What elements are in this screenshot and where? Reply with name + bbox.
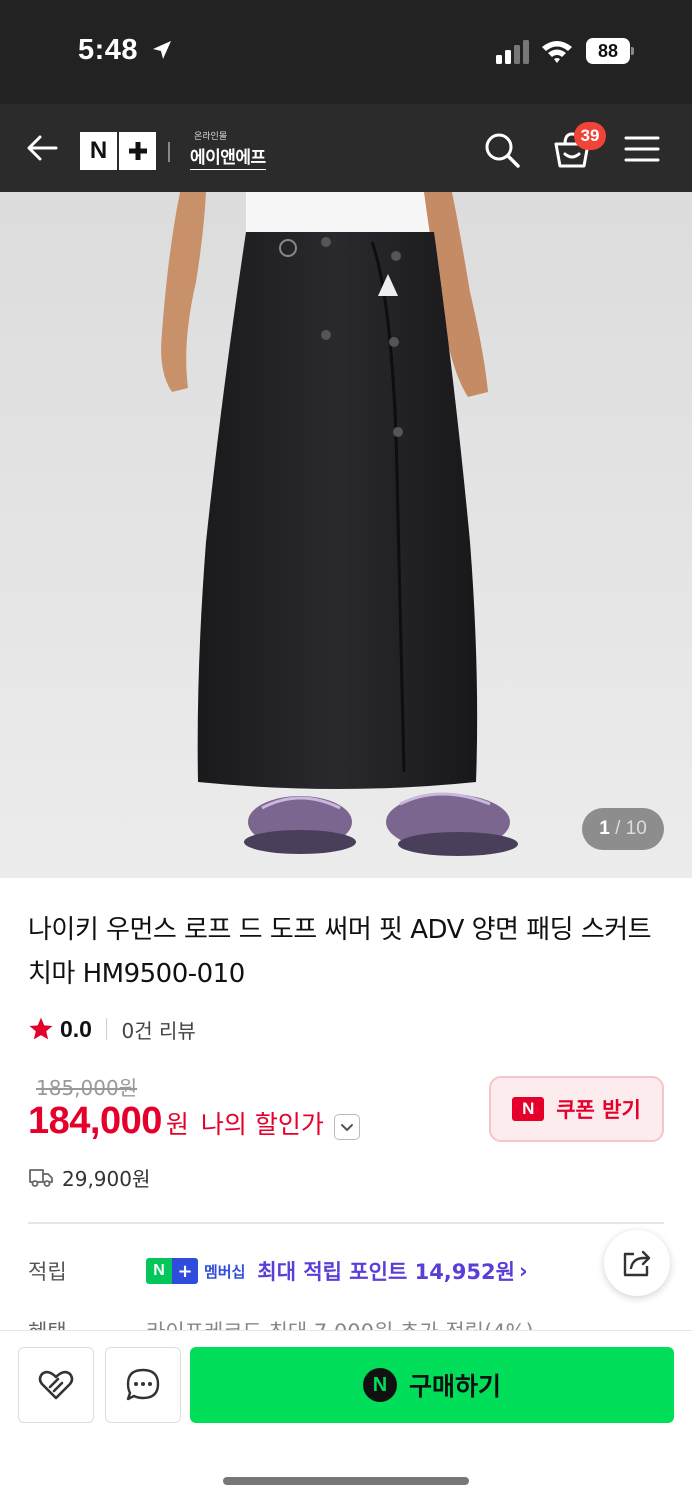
buy-button[interactable]: N 구매하기 — [190, 1347, 674, 1423]
naver-plus-membership-badge: N + — [146, 1258, 198, 1284]
image-separator: / — [609, 818, 626, 839]
buy-label: 구매하기 — [408, 1372, 501, 1401]
product-image[interactable]: 1 / 10 — [0, 192, 692, 878]
original-price: 185,000원 — [36, 1076, 138, 1100]
reward-row[interactable]: N + 멤버십 최대 적립 포인트 14,952원 › — [146, 1256, 528, 1286]
bottom-action-bar: N 구매하기 — [0, 1330, 692, 1500]
status-time: 5:48 — [78, 34, 139, 66]
location-arrow-icon — [153, 41, 171, 59]
badge-n: N — [146, 1258, 172, 1284]
brand-subtitle: 온라인몰 — [194, 132, 228, 142]
benefit-text: 라이프레코드 최대 7,000원 추가 적립(4%) — [146, 1316, 534, 1330]
heart-icon — [38, 1370, 74, 1400]
benefit-row: 혜택 라이프레코드 최대 7,000원 추가 적립(4%) — [0, 1312, 692, 1330]
coupon-button[interactable]: N 쿠폰 받기 — [489, 1076, 664, 1142]
badge-plus: + — [172, 1258, 198, 1284]
wishlist-button[interactable] — [18, 1347, 94, 1423]
naver-plus-logo[interactable]: N — [80, 132, 156, 170]
shipping-row: 29,900원 — [28, 1160, 150, 1194]
menu-icon[interactable] — [624, 134, 660, 164]
app-header: N 온라인몰 에이앤에프 39 — [0, 104, 692, 192]
reward-label: 적립 — [28, 1260, 67, 1284]
home-indicator[interactable] — [223, 1477, 469, 1485]
my-discount-label[interactable]: 나의 할인가 — [201, 1105, 324, 1141]
brand-divider — [168, 142, 170, 162]
battery-icon: 88 — [586, 38, 634, 64]
cart-count-badge: 39 — [574, 122, 606, 150]
product-title: 나이키 우먼스 로프 드 도프 써머 핏 ADV 양면 패딩 스커트 치마 HM… — [28, 915, 652, 989]
share-button[interactable] — [604, 1230, 670, 1296]
image-total: 10 — [625, 818, 647, 839]
membership-label: 멤버십 — [204, 1262, 246, 1281]
shipping-fee: 29,900원 — [62, 1166, 151, 1191]
price-row: 184,000 원 나의 할인가 — [28, 1100, 360, 1150]
wifi-icon — [542, 41, 572, 63]
talk-button[interactable] — [105, 1347, 181, 1423]
image-current: 1 — [599, 818, 610, 839]
naver-coupon-icon: N — [512, 1097, 545, 1121]
reward-points-text: 최대 적립 포인트 14,952원 — [257, 1260, 515, 1284]
review-count[interactable]: 0건 리뷰 — [121, 1015, 195, 1044]
image-counter: 1 / 10 — [582, 808, 664, 850]
logo-n: N — [89, 137, 108, 164]
naver-pay-icon: N — [362, 1368, 397, 1402]
status-bar: 5:48 88 — [0, 0, 692, 104]
product-photo — [0, 192, 692, 878]
signal-icon — [496, 40, 529, 64]
truck-icon — [29, 1169, 53, 1187]
rating-divider — [105, 1018, 108, 1040]
star-icon — [29, 1017, 53, 1040]
coupon-label: 쿠폰 받기 — [556, 1098, 641, 1122]
chat-icon — [126, 1368, 160, 1401]
plus-icon — [119, 132, 156, 170]
chevron-down-icon[interactable] — [333, 1114, 360, 1140]
brand-name: 에이앤에프 — [190, 143, 266, 170]
search-icon[interactable] — [482, 130, 522, 170]
rating-value: 0.0 — [60, 1015, 92, 1042]
price-unit: 원 — [165, 1110, 189, 1139]
section-divider — [28, 1222, 664, 1224]
back-arrow-icon[interactable] — [24, 130, 60, 166]
rating-row[interactable]: 0.0 0건 리뷰 — [28, 1012, 196, 1046]
benefit-label: 혜택 — [28, 1316, 67, 1330]
sale-price: 184,000 — [28, 1100, 162, 1142]
share-icon — [623, 1250, 651, 1277]
chevron-right-icon: › — [518, 1259, 528, 1283]
store-brand[interactable]: 온라인몰 에이앤에프 — [190, 132, 266, 170]
battery-level: 88 — [586, 38, 630, 64]
